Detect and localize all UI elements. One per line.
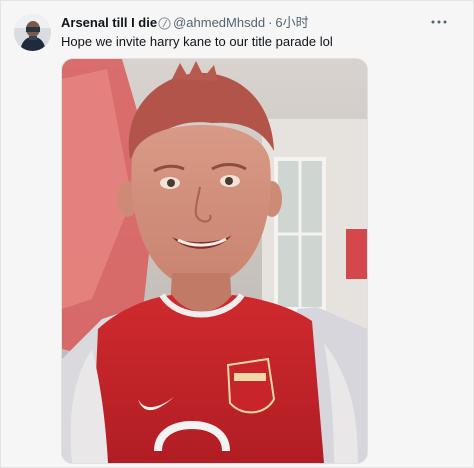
photo-of-child-in-red-arsenal-shirt <box>62 59 367 463</box>
verified-icon <box>158 16 171 30</box>
tweet-photo[interactable] <box>61 58 368 464</box>
more-icon[interactable] <box>429 14 449 30</box>
separator-dot: · <box>268 15 273 30</box>
tweet-header: Arsenal till I die @ahmedMhsdd · 6小时 <box>61 14 309 32</box>
tweet-text: Hope we invite harry kane to our title p… <box>61 34 333 49</box>
avatar-image <box>14 14 51 51</box>
timestamp[interactable]: 6小时 <box>275 14 308 32</box>
user-handle[interactable]: @ahmedMhsdd <box>173 14 265 32</box>
tweet-card[interactable]: Arsenal till I die @ahmedMhsdd · 6小时 Hop… <box>0 0 474 468</box>
avatar[interactable] <box>14 14 51 51</box>
display-name[interactable]: Arsenal till I die <box>61 14 157 32</box>
